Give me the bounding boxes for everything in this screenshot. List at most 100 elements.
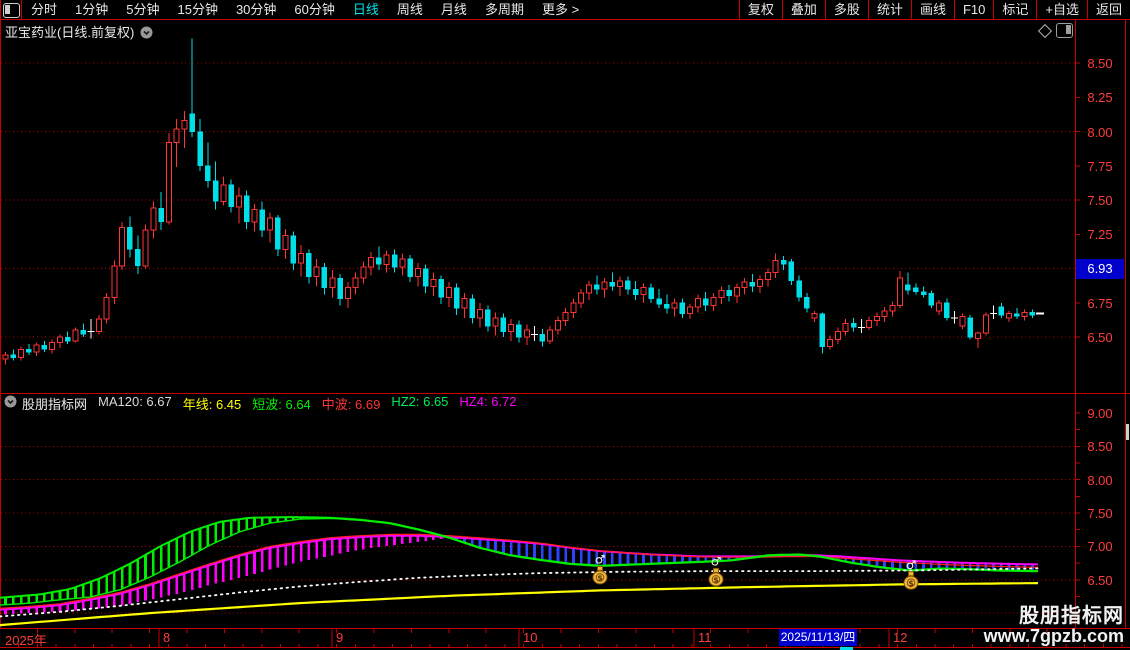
candle: [1014, 308, 1020, 320]
indicator-value-label: HZ2: 6.65: [391, 393, 449, 409]
candle: [56, 334, 63, 348]
main-candlestick-chart[interactable]: [0, 20, 1130, 393]
candle: [344, 282, 351, 309]
collapse-chevron-icon[interactable]: [140, 26, 153, 42]
toolbar-button[interactable]: 复权: [738, 0, 782, 19]
period-tab[interactable]: 分时: [22, 0, 66, 19]
candle: [702, 291, 709, 311]
candle: [998, 302, 1005, 318]
candle: [913, 283, 919, 295]
toolbar-button[interactable]: +自选: [1036, 0, 1087, 19]
current-price-box: 6.93: [1076, 259, 1124, 279]
candle: [757, 275, 764, 294]
candle: [951, 310, 959, 324]
cursor-date-box: 2025/11/13/四: [779, 629, 857, 646]
candle: [594, 275, 600, 295]
candle: [967, 315, 973, 340]
candle: [399, 253, 406, 276]
toolbar-button[interactable]: 统计: [867, 0, 911, 19]
period-tab[interactable]: 月线: [432, 0, 476, 19]
toolbar-button[interactable]: F10: [953, 0, 993, 19]
period-tab[interactable]: 15分钟: [168, 0, 226, 19]
period-tab[interactable]: 日线: [344, 0, 388, 19]
svg-text:♂: ♂: [711, 554, 722, 568]
candle: [243, 190, 250, 229]
candle: [562, 308, 569, 327]
indicator-value-label: 年线: 6.45: [182, 396, 242, 412]
indicator-values: MA120: 6.67 年线: 6.45 短波: 6.64 中波: 6.69 HZ2: …: [98, 394, 528, 413]
candle: [625, 276, 631, 295]
year-line: [0, 582, 1039, 627]
candle: [2, 352, 9, 365]
candle: [485, 305, 491, 332]
svg-text:$: $: [713, 576, 719, 585]
toolbar-button[interactable]: 画线: [910, 0, 954, 19]
month-label: 8: [163, 630, 171, 645]
candle: [726, 284, 732, 302]
candle: [251, 204, 258, 232]
candle: [780, 256, 787, 270]
candle: [135, 235, 141, 274]
candle: [804, 293, 810, 313]
candle: [570, 298, 577, 318]
candle: [376, 246, 382, 270]
price-axis-label: 8.00: [1087, 124, 1113, 140]
scrollbar-thumb[interactable]: [1126, 424, 1129, 440]
period-tab[interactable]: 更多 >: [533, 0, 588, 19]
period-tab[interactable]: 30分钟: [227, 0, 285, 19]
candle: [383, 250, 390, 273]
toolbar-button[interactable]: 返回: [1086, 0, 1130, 19]
indicator-value-label: MA120: 6.67: [98, 393, 172, 409]
top-toolbar: 分时 1分钟 5分钟 15分钟 30分钟 60分钟 日线 周线 月线 多周期 更多 > 复权 叠加 多股…: [0, 0, 1130, 19]
indicator-sub-chart[interactable]: ♂$♂$♂$: [0, 411, 1130, 628]
toolbar-button[interactable]: 叠加: [781, 0, 825, 19]
candle: [554, 316, 561, 335]
period-tab[interactable]: 5分钟: [117, 0, 168, 19]
indicator-collapse-icon[interactable]: [4, 395, 17, 411]
candle: [391, 249, 398, 273]
indicator-value-label: 中波: 6.69: [321, 396, 381, 412]
buy-signal-moneybag-icon: ♂$: [592, 552, 608, 585]
watermark-url: www.7gpzb.com: [983, 626, 1124, 647]
price-axis-label: 7.25: [1087, 227, 1113, 243]
month-label: 12: [893, 630, 908, 645]
panel-toggle-icon[interactable]: [1056, 23, 1073, 38]
candle: [531, 326, 539, 342]
toolbar-button[interactable]: 多股: [824, 0, 868, 19]
year-label: 2025年: [5, 633, 47, 648]
sidebar-toggle-icon[interactable]: [3, 3, 20, 18]
svg-text:$: $: [597, 574, 603, 583]
candle: [796, 275, 802, 302]
price-axis-label: 8.50: [1087, 439, 1113, 455]
candle: [72, 327, 79, 343]
candle: [671, 298, 678, 317]
candle: [889, 301, 896, 317]
candle: [80, 323, 87, 337]
candle: [95, 315, 102, 335]
candle: [990, 305, 998, 320]
candle: [407, 254, 413, 283]
period-tab[interactable]: 1分钟: [66, 0, 117, 19]
candle: [718, 286, 725, 305]
candle: [850, 317, 857, 332]
candle: [337, 273, 343, 306]
candle: [508, 319, 515, 342]
period-tab[interactable]: 周线: [388, 0, 432, 19]
candle: [220, 176, 227, 206]
indicator-value-label: HZ4: 6.72: [459, 393, 517, 409]
candle: [205, 142, 211, 188]
candle: [632, 280, 639, 301]
candle: [453, 283, 460, 316]
candle: [500, 313, 507, 337]
price-axis-label: 7.50: [1087, 193, 1113, 208]
period-tab[interactable]: 60分钟: [285, 0, 343, 19]
candle: [687, 304, 694, 320]
chart-title: 亚宝药业(日线.前复权): [5, 22, 153, 42]
toolbar-button[interactable]: 标记: [993, 0, 1036, 19]
buy-signal-moneybag-icon: ♂$: [903, 558, 919, 590]
period-tab[interactable]: 多周期: [476, 0, 533, 19]
watermark: 股朋指标网 www.7gpzb.com: [984, 606, 1124, 646]
candle: [422, 264, 429, 294]
candle: [235, 187, 242, 224]
candle: [834, 327, 841, 344]
